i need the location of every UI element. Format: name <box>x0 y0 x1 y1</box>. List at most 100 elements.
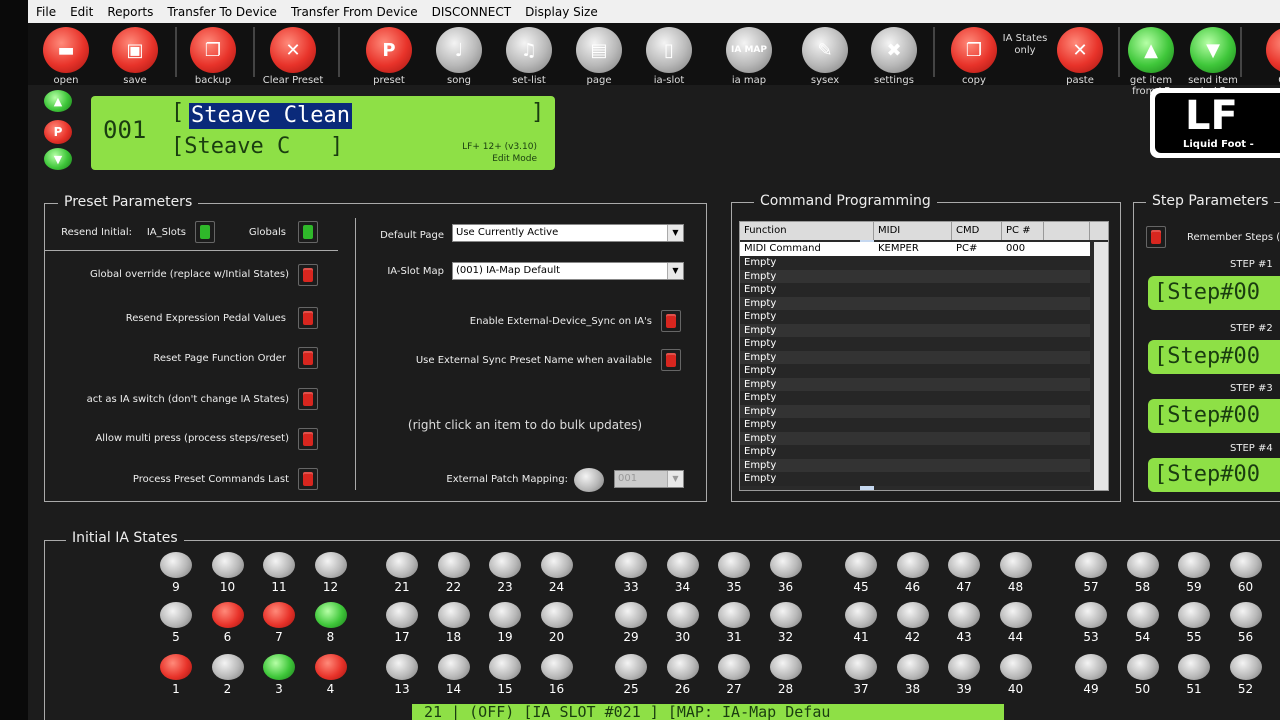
menu-transfer-from-device[interactable]: Transfer From Device <box>291 5 418 19</box>
menu-disconnect[interactable]: DISCONNECT <box>432 5 511 19</box>
ia-state-led-51[interactable] <box>1178 654 1210 680</box>
ia-state-led-18[interactable] <box>437 602 470 628</box>
ia-state-led-24[interactable] <box>540 552 573 578</box>
ia-state-led-20[interactable] <box>540 602 573 628</box>
up-arrow-button[interactable]: ▲ <box>44 90 72 112</box>
ia-state-led-41[interactable] <box>845 602 877 628</box>
ia-state-led-40[interactable] <box>999 654 1032 680</box>
table-row[interactable]: Empty <box>740 256 1090 270</box>
allow-multi-press-toggle[interactable] <box>298 428 318 450</box>
ia-state-led-48[interactable] <box>999 552 1032 578</box>
ia-state-led-43[interactable] <box>948 602 980 628</box>
ia-state-led-6[interactable] <box>211 602 244 628</box>
ia-state-led-57[interactable] <box>1075 552 1107 578</box>
ia-state-led-38[interactable] <box>896 654 929 680</box>
ia-state-led-31[interactable] <box>718 602 750 628</box>
table-row[interactable]: Empty <box>740 418 1090 432</box>
ia-state-led-2[interactable] <box>211 654 244 680</box>
grid-scrollbar[interactable] <box>1094 242 1108 490</box>
menu-display-size[interactable]: Display Size <box>525 5 598 19</box>
ia-state-led-34[interactable] <box>666 552 699 578</box>
clear-preset-button[interactable]: ✕ Clear Preset <box>258 27 328 86</box>
ia-state-led-39[interactable] <box>948 654 980 680</box>
table-row[interactable]: Empty <box>740 296 1090 310</box>
ia-state-led-47[interactable] <box>948 552 980 578</box>
ia-state-led-59[interactable] <box>1178 552 1210 578</box>
preset-button[interactable]: Ppreset <box>354 27 424 86</box>
ia-state-led-4[interactable] <box>314 654 347 680</box>
ia-state-led-15[interactable] <box>489 654 521 680</box>
remember-steps-toggle[interactable] <box>1146 226 1166 248</box>
ia-state-led-27[interactable] <box>718 654 750 680</box>
ia-slot-map-select[interactable]: (001) IA-Map Default ▼ <box>452 262 684 280</box>
menu-reports[interactable]: Reports <box>107 5 153 19</box>
step-4-display[interactable]: [Step#00 <box>1148 458 1280 492</box>
ia-state-led-52[interactable] <box>1229 654 1262 680</box>
ia-state-led-22[interactable] <box>437 552 470 578</box>
next-button-partial[interactable]: G <box>1246 27 1280 86</box>
table-row[interactable]: Empty <box>740 269 1090 283</box>
ia-state-led-53[interactable] <box>1075 602 1107 628</box>
global-override-toggle[interactable] <box>298 264 318 286</box>
ia-state-led-37[interactable] <box>845 654 877 680</box>
external-patch-toggle[interactable] <box>574 468 604 492</box>
ia-state-led-7[interactable] <box>263 602 295 628</box>
backup-button[interactable]: ❐ backup <box>178 27 248 86</box>
step-1-display[interactable]: [Step#00 <box>1148 276 1280 310</box>
ia-state-led-33[interactable] <box>615 552 647 578</box>
ia-state-led-11[interactable] <box>263 552 295 578</box>
menu-file[interactable]: File <box>36 5 56 19</box>
preset-name-input[interactable]: Steave Clean <box>189 103 352 129</box>
table-row[interactable]: Empty <box>740 404 1090 418</box>
ia-state-led-58[interactable] <box>1126 552 1159 578</box>
settings-button[interactable]: ✖ settings <box>859 27 929 86</box>
ia-state-led-26[interactable] <box>666 654 699 680</box>
resend-expression-toggle[interactable] <box>298 307 318 329</box>
table-row[interactable]: Empty <box>740 431 1090 445</box>
ia-state-led-8[interactable] <box>314 602 347 628</box>
table-row[interactable]: Empty <box>740 283 1090 297</box>
ia-state-led-45[interactable] <box>845 552 877 578</box>
table-row[interactable]: Empty <box>740 445 1090 459</box>
ia-state-led-42[interactable] <box>896 602 929 628</box>
column-header-pc[interactable]: PC # <box>1002 222 1044 240</box>
ia-state-led-54[interactable] <box>1126 602 1159 628</box>
column-header-cmd[interactable]: CMD <box>952 222 1002 240</box>
table-row[interactable]: Empty <box>740 377 1090 391</box>
ia-state-led-5[interactable] <box>160 602 192 628</box>
table-row[interactable]: Empty <box>740 472 1090 486</box>
ia-state-led-46[interactable] <box>896 552 929 578</box>
ia-map-button[interactable]: IA MAP ia map <box>714 27 784 86</box>
table-row[interactable]: Empty <box>740 458 1090 472</box>
table-row[interactable]: Empty <box>740 323 1090 337</box>
default-page-select[interactable]: Use Currently Active ▼ <box>452 224 684 242</box>
ia-state-led-25[interactable] <box>615 654 647 680</box>
enable-sync-toggle[interactable] <box>661 310 681 332</box>
column-header-function[interactable]: Function <box>740 222 874 240</box>
ia-state-led-13[interactable] <box>386 654 418 680</box>
ia-state-led-28[interactable] <box>769 654 802 680</box>
ia-state-led-16[interactable] <box>540 654 573 680</box>
menu-transfer-to-device[interactable]: Transfer To Device <box>167 5 277 19</box>
paste-button[interactable]: ✕ paste <box>1045 27 1115 86</box>
ia-state-led-21[interactable] <box>386 552 418 578</box>
column-header-midi[interactable]: MIDI <box>874 222 952 240</box>
ia-state-led-12[interactable] <box>314 552 347 578</box>
act-as-ia-switch-toggle[interactable] <box>298 388 318 410</box>
step-3-display[interactable]: [Step#00 <box>1148 399 1280 433</box>
step-2-display[interactable]: [Step#00 <box>1148 340 1280 374</box>
page-button[interactable]: ▤ page <box>564 27 634 86</box>
get-item-button[interactable]: ▲get item from LF <box>1116 27 1186 97</box>
ia-state-led-14[interactable] <box>437 654 470 680</box>
ia-state-led-49[interactable] <box>1075 654 1107 680</box>
ia-state-led-30[interactable] <box>666 602 699 628</box>
ia-state-led-10[interactable] <box>211 552 244 578</box>
ia-slot-button[interactable]: ▯ ia-slot <box>634 27 704 86</box>
ia-state-led-60[interactable] <box>1229 552 1262 578</box>
table-row[interactable]: Empty <box>740 391 1090 405</box>
globals-toggle[interactable] <box>298 221 318 243</box>
table-row[interactable]: Empty <box>740 364 1090 378</box>
open-button[interactable]: ▬ open <box>31 27 101 86</box>
copy-button[interactable]: ❐ copy <box>939 27 1009 86</box>
ia-state-led-32[interactable] <box>769 602 802 628</box>
